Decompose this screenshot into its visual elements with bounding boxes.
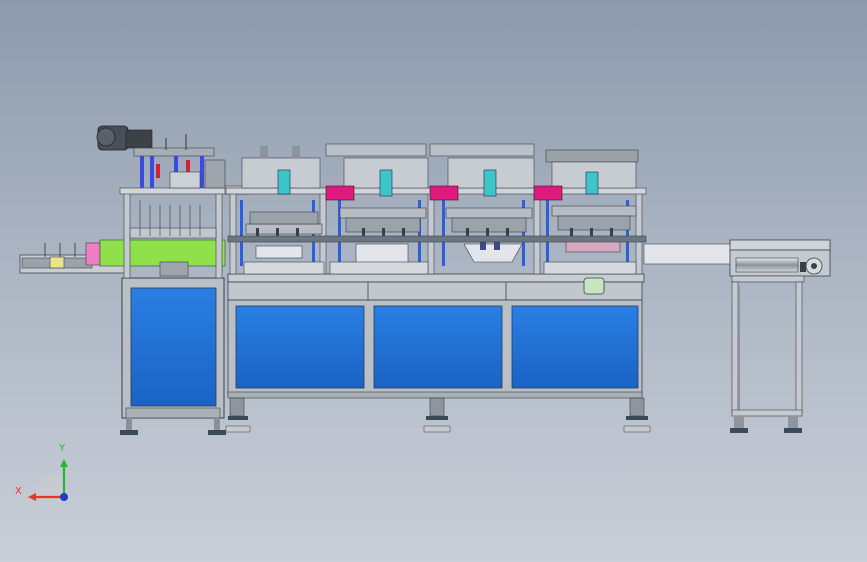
x-axis-head: [28, 493, 36, 501]
outfeed-bridge: [643, 243, 733, 265]
main-machine-base: [225, 273, 651, 433]
assembly-drawing: [19, 125, 831, 501]
x-axis-label: X: [15, 486, 22, 497]
z-axis-dot: [60, 493, 68, 501]
outfeed-conveyor: [729, 239, 831, 433]
station-4: [533, 149, 639, 275]
coordinate-triad: [28, 459, 68, 501]
y-axis-label: Y: [59, 443, 66, 454]
station-3: [429, 143, 535, 263]
station-1: [241, 146, 325, 275]
left-cabinet: [119, 187, 229, 435]
triad-plane-icon: [35, 474, 64, 497]
left-feeder-tower: [96, 125, 250, 195]
infeed-conveyor: [19, 239, 226, 274]
y-axis-head: [60, 459, 68, 467]
cad-viewport[interactable]: X Y: [0, 0, 867, 562]
station-2: [325, 143, 429, 275]
